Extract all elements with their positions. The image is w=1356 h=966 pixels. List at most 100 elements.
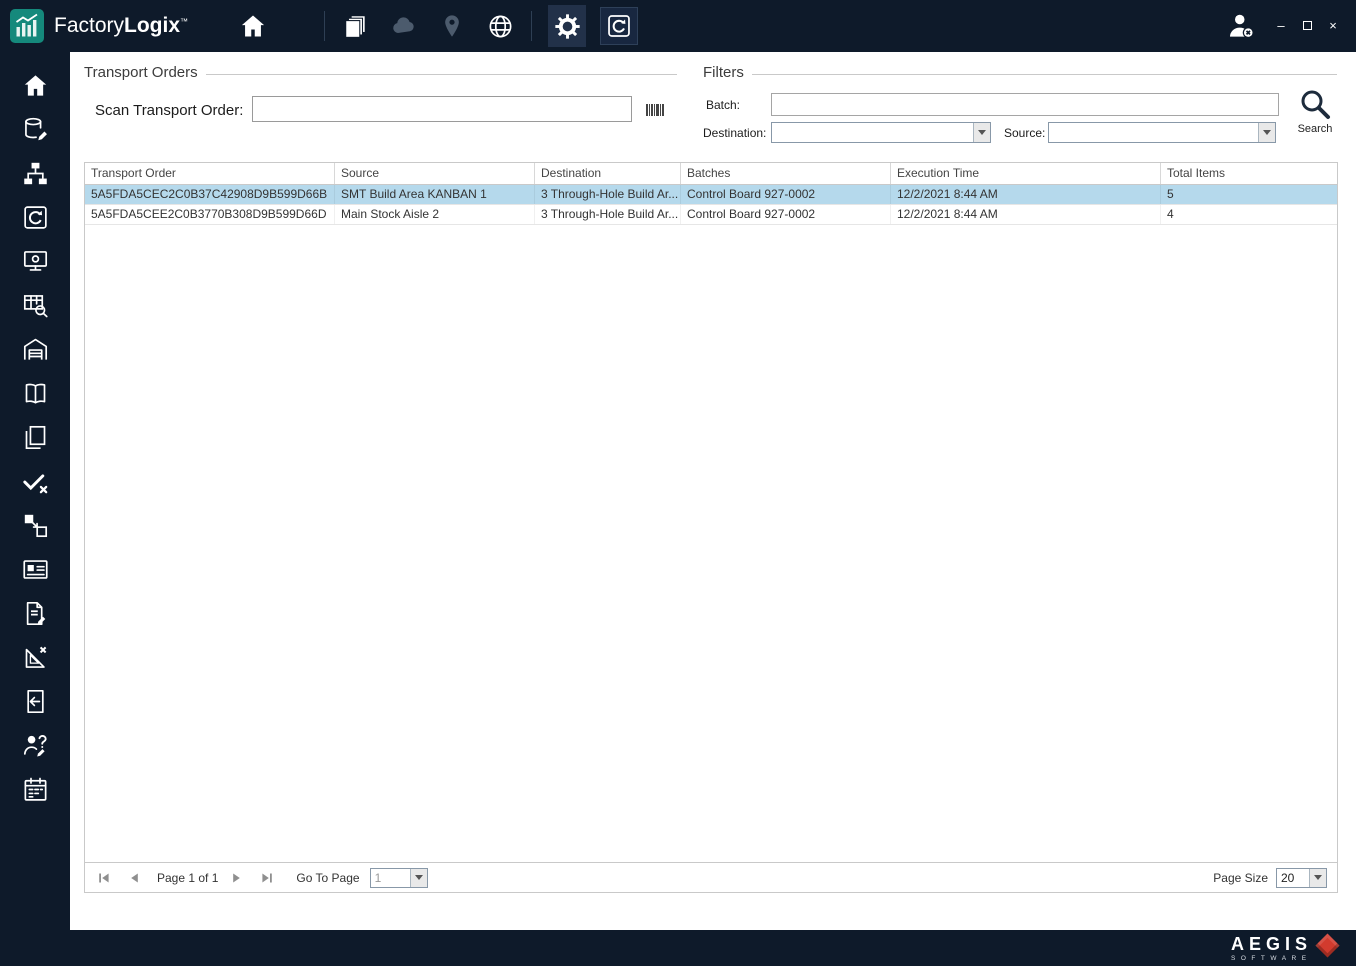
destination-dropdown-button[interactable] [973, 123, 990, 142]
title-rule [751, 74, 1337, 75]
sidebar-item-user-question[interactable] [20, 732, 50, 759]
sidebar-item-verify[interactable] [20, 468, 50, 495]
page-size-value: 20 [1281, 870, 1295, 885]
warehouse-icon [23, 338, 47, 360]
cell-execution-time: 12/2/2021 8:44 AM [891, 205, 1161, 224]
source-value [1049, 123, 1258, 142]
destination-dropdown[interactable] [771, 122, 991, 143]
topbar: FactoryLogix™ – × [0, 0, 1356, 52]
sidebar-item-schedule[interactable] [20, 776, 50, 803]
filters-title-text: Filters [703, 64, 744, 81]
go-to-page-label: Go To Page [296, 870, 360, 885]
search-button-label: Search [1297, 123, 1333, 135]
search-button[interactable]: Search [1292, 88, 1338, 135]
sidebar-item-monitor[interactable] [20, 248, 50, 275]
destination-value [772, 123, 973, 142]
previous-page-button[interactable] [125, 869, 143, 887]
transport-orders-title-text: Transport Orders [84, 64, 198, 81]
sidebar-item-table-search[interactable] [20, 292, 50, 319]
sidebar-item-workflow[interactable] [20, 160, 50, 187]
documents-button[interactable] [339, 6, 373, 46]
search-icon [1301, 90, 1330, 119]
factorylogix-logo-icon [10, 9, 44, 43]
batch-label: Batch: [706, 98, 741, 112]
column-header-total-items[interactable]: Total Items [1161, 163, 1337, 184]
sidebar-item-library[interactable] [20, 380, 50, 407]
last-page-button[interactable] [258, 869, 276, 887]
column-header-destination[interactable]: Destination [535, 163, 681, 184]
sidebar-item-document-import[interactable] [20, 688, 50, 715]
batch-input[interactable] [771, 93, 1279, 116]
book-icon [25, 383, 45, 404]
check-x-icon [22, 474, 47, 494]
grid-empty-area [85, 225, 1337, 862]
calendar-icon [24, 777, 46, 801]
page-size-dropdown-button[interactable] [1309, 868, 1326, 887]
column-header-transport-order[interactable]: Transport Order [85, 163, 335, 184]
maximize-button[interactable] [1300, 19, 1314, 33]
go-to-page-dropdown[interactable]: 1 [369, 867, 428, 888]
workflow-icon [23, 162, 47, 185]
settings-button[interactable] [548, 5, 587, 47]
chevron-down-icon [414, 875, 423, 880]
sidebar-item-history[interactable] [20, 204, 50, 231]
previous-page-icon [131, 873, 138, 882]
sidebar-item-home[interactable] [20, 72, 50, 99]
cell-source: SMT Build Area KANBAN 1 [335, 185, 535, 204]
source-dropdown[interactable] [1048, 122, 1276, 143]
next-page-button[interactable] [228, 869, 246, 887]
location-pin-button[interactable] [435, 6, 469, 46]
source-label: Source: [1004, 126, 1046, 140]
sidebar-item-data-edit[interactable] [20, 116, 50, 143]
maximize-icon [1302, 21, 1312, 30]
brand-logix: Logix [124, 14, 181, 37]
brand-trademark: ™ [180, 17, 189, 26]
cell-total-items: 5 [1167, 187, 1174, 201]
go-to-page-dropdown-button[interactable] [409, 868, 427, 887]
barcode-icon [646, 103, 664, 121]
cell-batches: Control Board 927-0002 [681, 185, 891, 204]
topbar-separator [324, 11, 326, 41]
table-row[interactable]: 5A5FDA5CEE2C0B3770B308D9B599D66D Main St… [85, 205, 1337, 225]
user-logout-button[interactable] [1224, 6, 1258, 46]
table-header: Transport Order Source Destination Batch… [85, 163, 1337, 185]
main-content: Transport Orders Scan Transport Order: F… [70, 52, 1356, 930]
history-icon [608, 15, 630, 37]
sidebar-item-document-edit[interactable] [20, 600, 50, 627]
sidebar-item-id-card[interactable] [20, 556, 50, 583]
sidebar-item-move[interactable] [20, 512, 50, 539]
column-header-batches[interactable]: Batches [681, 163, 891, 184]
cell-transport-order: 5A5FDA5CEE2C0B3770B308D9B599D66D [85, 205, 335, 224]
column-header-source[interactable]: Source [335, 163, 535, 184]
chevron-down-icon [978, 130, 986, 135]
minimize-button[interactable]: – [1274, 19, 1288, 33]
scan-transport-order-input[interactable] [252, 96, 632, 122]
pagination-bar: Page 1 of 1 Go To Page 1 Page Size 20 [85, 862, 1337, 892]
globe-button[interactable] [483, 6, 517, 46]
table-row[interactable]: 5A5FDA5CEC2C0B37C42908D9B599D66B SMT Bui… [85, 185, 1337, 205]
cell-destination: 3 Through-Hole Build Ar... [535, 185, 681, 204]
user-question-icon [23, 734, 47, 757]
page-indicator: Page 1 of 1 [157, 870, 219, 885]
page-size-dropdown[interactable]: 20 [1276, 867, 1327, 888]
sidebar [0, 52, 70, 930]
destination-label: Destination: [703, 126, 767, 140]
history-button[interactable] [600, 7, 639, 45]
sidebar-item-warehouse[interactable] [20, 336, 50, 363]
close-button[interactable]: × [1326, 19, 1340, 33]
cell-batches: Control Board 927-0002 [681, 205, 891, 224]
sidebar-item-design-ruler[interactable] [20, 644, 50, 671]
history-box-icon [23, 206, 47, 229]
document-arrow-icon [26, 689, 44, 714]
cloud-button[interactable] [387, 6, 421, 46]
sidebar-item-copy[interactable] [20, 424, 50, 451]
source-dropdown-button[interactable] [1258, 123, 1275, 142]
first-page-button[interactable] [95, 869, 113, 887]
app-title: FactoryLogix™ [54, 14, 188, 38]
column-header-execution-time[interactable]: Execution Time [891, 163, 1161, 184]
page-size-label: Page Size [1213, 870, 1268, 885]
home-button[interactable] [236, 6, 270, 46]
aegis-diamond-icon [1315, 932, 1340, 958]
cell-transport-order: 5A5FDA5CEC2C0B37C42908D9B599D66B [85, 185, 335, 204]
chevron-down-icon [1263, 130, 1271, 135]
